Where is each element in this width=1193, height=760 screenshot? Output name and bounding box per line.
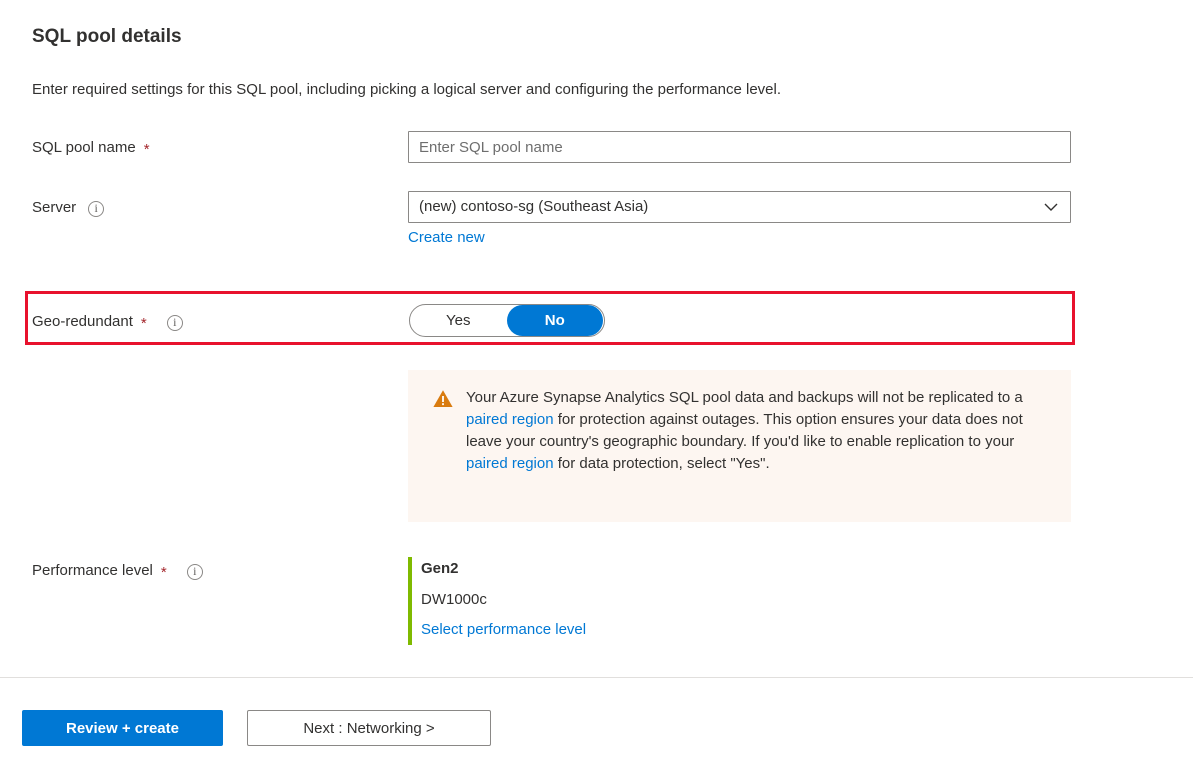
required-asterisk: * [144, 142, 150, 157]
geo-redundant-label-text: Geo-redundant [32, 313, 133, 330]
server-label: Server [32, 199, 104, 216]
next-networking-button[interactable]: Next : Networking > [247, 710, 491, 746]
info-icon[interactable] [187, 564, 203, 580]
paired-region-link-1[interactable]: paired region [466, 411, 554, 428]
server-select-value[interactable]: (new) contoso-sg (Southeast Asia) [408, 191, 1071, 223]
sql-pool-name-label: SQL pool name * [32, 139, 150, 156]
performance-level-accent-bar [408, 557, 412, 645]
footer-divider [0, 677, 1193, 678]
required-asterisk: * [141, 316, 147, 331]
toggle-option-yes[interactable]: Yes [410, 305, 507, 336]
toggle-option-no[interactable]: No [507, 305, 604, 336]
warning-text-part-1: Your Azure Synapse Analytics SQL pool da… [466, 389, 1023, 406]
performance-level-label-text: Performance level [32, 562, 153, 579]
required-asterisk: * [161, 565, 167, 580]
warning-text: Your Azure Synapse Analytics SQL pool da… [466, 387, 1041, 475]
geo-redundant-warning-banner: Your Azure Synapse Analytics SQL pool da… [408, 370, 1071, 522]
sql-pool-name-label-text: SQL pool name [32, 139, 136, 156]
sql-pool-name-input[interactable] [408, 131, 1071, 163]
performance-level-sku: DW1000c [421, 591, 487, 608]
paired-region-link-2[interactable]: paired region [466, 455, 554, 472]
geo-redundant-toggle[interactable]: Yes No [409, 304, 605, 337]
select-performance-level-link[interactable]: Select performance level [421, 621, 586, 638]
performance-level-tier: Gen2 [421, 560, 459, 577]
server-select[interactable]: (new) contoso-sg (Southeast Asia) [408, 191, 1071, 223]
warning-text-part-3: for data protection, select "Yes". [554, 455, 770, 472]
warning-triangle-icon [432, 388, 454, 410]
page-title: SQL pool details [32, 26, 182, 48]
server-label-text: Server [32, 199, 76, 216]
page-description: Enter required settings for this SQL poo… [32, 81, 781, 98]
info-icon[interactable] [88, 201, 104, 217]
create-new-server-link[interactable]: Create new [408, 229, 485, 246]
sql-pool-details-page: SQL pool details Enter required settings… [0, 0, 1193, 760]
info-icon[interactable] [167, 315, 183, 331]
performance-level-label: Performance level * [32, 562, 203, 579]
geo-redundant-label: Geo-redundant * [32, 313, 183, 330]
review-create-button[interactable]: Review + create [22, 710, 223, 746]
